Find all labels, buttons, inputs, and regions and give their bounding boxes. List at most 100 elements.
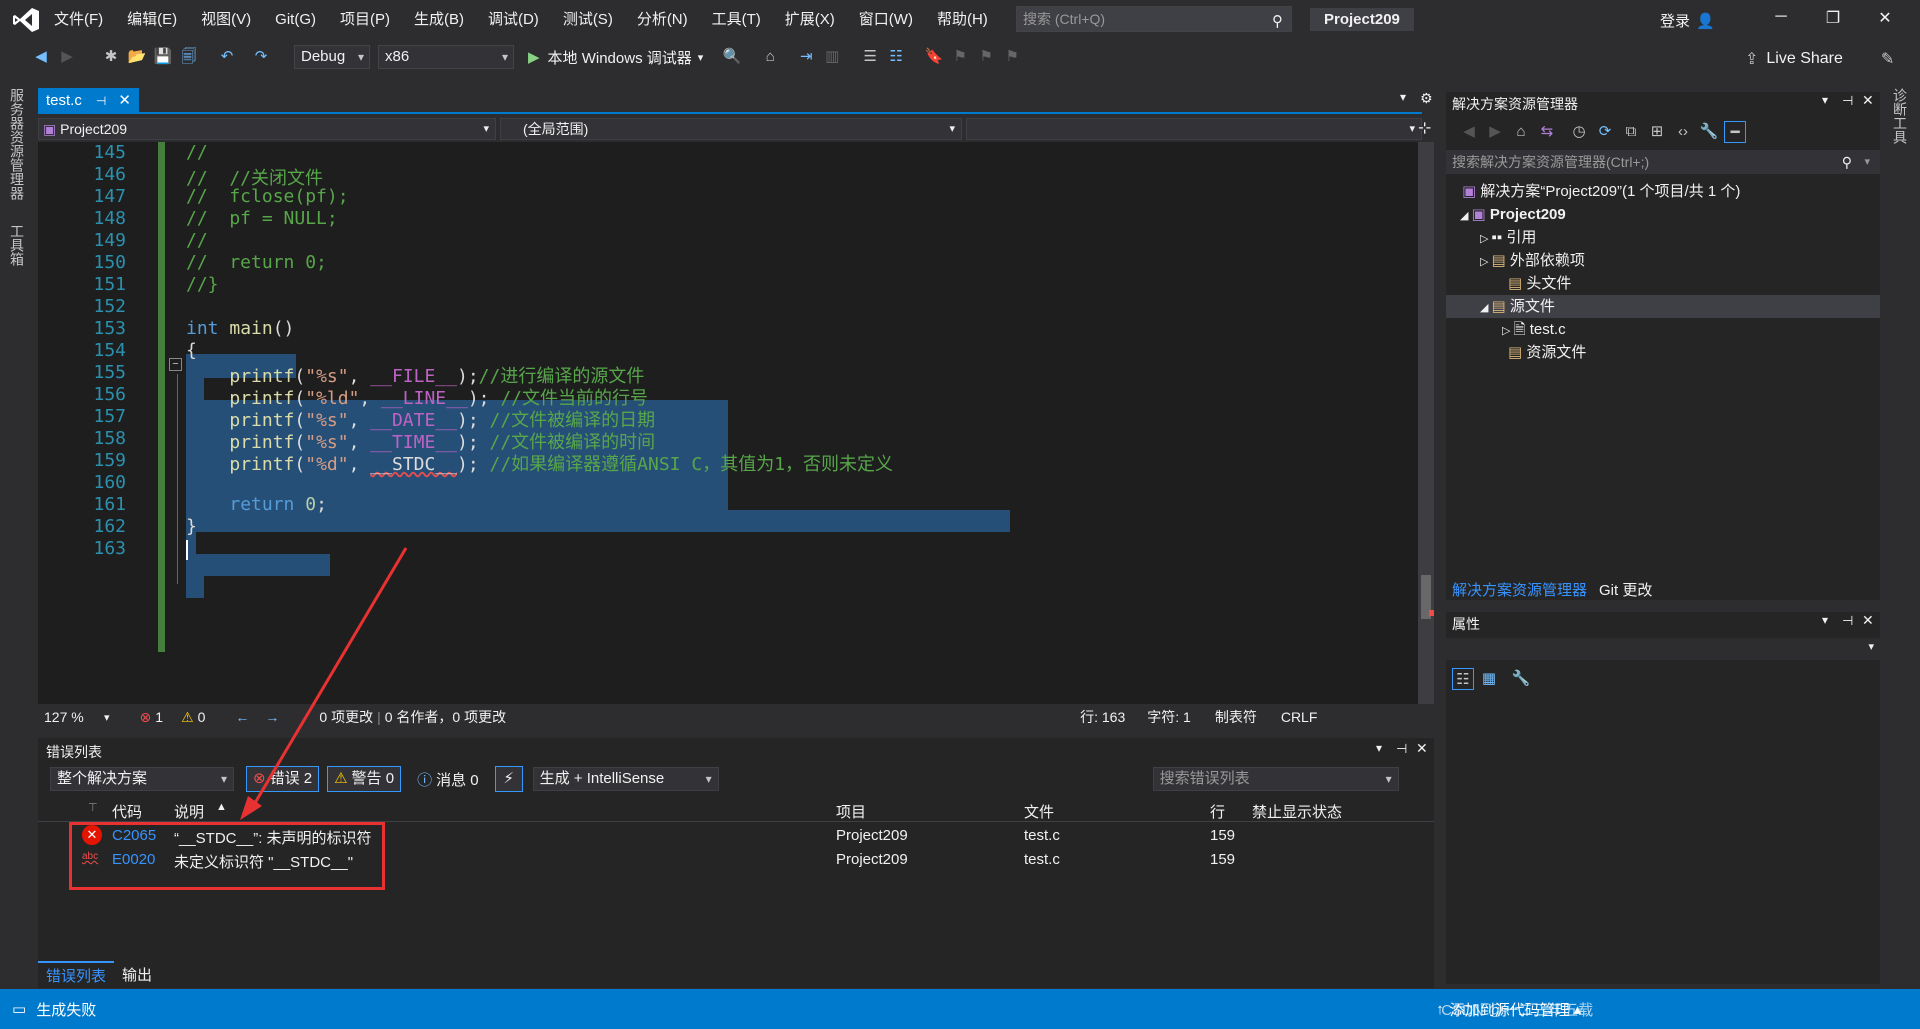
pin-icon[interactable]: ⊣ [96, 88, 106, 114]
sort-icon[interactable]: ⊤ [88, 801, 98, 814]
menu-test[interactable]: 测试(S) [551, 0, 625, 40]
menu-view[interactable]: 视图(V) [189, 0, 263, 40]
error-search-input[interactable]: 搜索错误列表 [1152, 767, 1399, 791]
live-share-button[interactable]: ⇪ Live Share ✎ [1745, 49, 1894, 69]
warnings-filter-button[interactable]: ⚠ 警告 0 [327, 766, 402, 792]
save-all-icon[interactable]: 🗐 [178, 46, 200, 68]
restore-icon[interactable]: ❐ [1818, 8, 1848, 32]
tree-references[interactable]: ▷ ▪▪ 引用 [1480, 226, 1536, 249]
settings-gear-icon[interactable]: ⚙ [1420, 90, 1433, 107]
warning-count[interactable]: 0 [198, 709, 206, 725]
tab-error-list[interactable]: 错误列表 [38, 960, 115, 988]
collapse-all-icon[interactable]: ⧉ [1620, 121, 1642, 143]
menu-file[interactable]: 文件(F) [42, 0, 115, 40]
find-in-files-icon[interactable]: 🔍 [721, 46, 743, 68]
col-project[interactable]: 项目 [836, 801, 866, 822]
feedback-icon[interactable]: ✎ [1881, 49, 1894, 69]
tree-resource-files[interactable]: ▤ 资源文件 [1508, 341, 1586, 364]
menu-debug[interactable]: 调试(D) [476, 0, 551, 40]
start-debugger-button[interactable]: ▶ 本地 Windows 调试器 ▾ [528, 47, 703, 68]
menu-edit[interactable]: 编辑(E) [115, 0, 189, 40]
object-selector-dropdown[interactable]: ▾ [1446, 638, 1880, 660]
col-code[interactable]: 代码 [112, 801, 142, 822]
filter-icon[interactable]: ⚡ [494, 766, 523, 792]
source-dropdown[interactable]: 生成 + IntelliSense [532, 767, 719, 791]
switch-views-icon[interactable]: ⇆ [1536, 121, 1558, 143]
global-search-input[interactable]: 搜索 (Ctrl+Q) ⚲ [1016, 6, 1292, 32]
step-icon[interactable]: ⇥ [795, 46, 817, 68]
back-icon[interactable]: ◀ [30, 46, 52, 68]
redo-icon[interactable]: ↷ [250, 46, 272, 68]
pending-changes-icon[interactable]: ◷ [1568, 121, 1590, 143]
sync-icon[interactable]: ⟳ [1594, 121, 1616, 143]
menu-project[interactable]: 项目(P) [328, 0, 402, 40]
errors-filter-button[interactable]: ⊗ 错误 2 [246, 766, 320, 792]
solution-config-dropdown[interactable]: Debug [294, 45, 370, 69]
property-pages-icon[interactable]: ▦ [1478, 668, 1500, 690]
tab-solution-explorer[interactable]: 解决方案资源管理器 [1446, 579, 1593, 600]
chevron-down-icon[interactable]: ▾ [1822, 93, 1828, 107]
menu-build[interactable]: 生成(B) [402, 0, 476, 40]
tab-list-icon[interactable]: ▾ [1400, 90, 1406, 104]
editor-vertical-scrollbar[interactable] [1418, 142, 1434, 704]
menu-extensions[interactable]: 扩展(X) [773, 0, 847, 40]
diagnostic-tools-tab[interactable]: 诊断工具 [1890, 88, 1910, 144]
undo-icon[interactable]: ↶ [216, 46, 238, 68]
preview-icon[interactable]: ━ [1724, 121, 1746, 143]
menu-tools[interactable]: 工具(T) [700, 0, 773, 40]
menu-help[interactable]: 帮助(H) [925, 0, 1000, 40]
back-icon[interactable]: ◀ [1458, 121, 1480, 143]
view-code-icon[interactable]: ‹› [1672, 121, 1694, 143]
tree-solution[interactable]: ▣ 解决方案“Project209”(1 个项目/共 1 个) [1462, 180, 1740, 203]
forward-icon[interactable]: ▶ [1484, 121, 1506, 143]
new-project-icon[interactable]: ✱ [100, 46, 122, 68]
error-count[interactable]: 1 [155, 709, 163, 725]
close-icon[interactable]: ✕ [1862, 612, 1874, 629]
show-all-files-icon[interactable]: ⊞ [1646, 121, 1668, 143]
collapse-icon[interactable]: − [169, 358, 182, 371]
minimize-icon[interactable]: ─ [1766, 8, 1796, 32]
col-line[interactable]: 行 [1210, 801, 1225, 822]
home-icon[interactable]: ⌂ [759, 46, 781, 68]
properties-wrench-icon[interactable]: 🔧 [1698, 121, 1720, 143]
next-issue-icon[interactable]: → [265, 709, 279, 725]
pin-icon[interactable]: ⊣ [1842, 613, 1853, 629]
solution-search-input[interactable]: 搜索解决方案资源管理器(Ctrl+;) ⚲ ▾ [1446, 150, 1880, 174]
platform-dropdown[interactable]: x86 [378, 45, 514, 69]
tree-test-c[interactable]: ▷ 🗎 test.c [1502, 318, 1566, 341]
authors-label[interactable]: 0 名作者，0 项更改 [385, 707, 506, 727]
tree-project[interactable]: ◢ ▣ Project209 [1460, 203, 1566, 226]
bookmark-icon[interactable]: 🔖 [923, 46, 945, 68]
messages-filter-button[interactable]: ⓘ 消息 0 [417, 769, 479, 790]
next-bookmark-icon[interactable]: ⚑ [975, 46, 997, 68]
tab-output[interactable]: 输出 [114, 962, 160, 987]
col-file[interactable]: 文件 [1024, 801, 1054, 822]
login-button[interactable]: 登录 👤 [1660, 10, 1715, 31]
chevron-down-icon[interactable]: ▾ [1822, 613, 1828, 627]
forward-icon[interactable]: ▶ [56, 46, 78, 68]
tab-test-c[interactable]: test.c ⊣ ✕ [38, 88, 139, 114]
uncomment-icon[interactable]: ☷ [885, 46, 907, 68]
project-nav-dropdown[interactable]: ▣ Project209 ▾ [38, 118, 496, 140]
home-icon[interactable]: ⌂ [1510, 121, 1532, 143]
close-icon[interactable]: ✕ [1416, 740, 1428, 757]
save-icon[interactable]: 💾 [152, 46, 174, 68]
tabs-indicator[interactable]: 制表符 [1215, 707, 1257, 727]
tree-source-files[interactable]: ◢ ▤ 源文件 [1446, 295, 1880, 318]
col-description[interactable]: 说明 [174, 801, 204, 822]
tab-git-changes[interactable]: Git 更改 [1593, 579, 1658, 600]
menu-window[interactable]: 窗口(W) [847, 0, 925, 40]
toolbox-tab[interactable]: 工具箱 [7, 224, 27, 266]
zoom-dropdown[interactable]: 127 % [44, 709, 104, 725]
tree-header-files[interactable]: ▤ 头文件 [1508, 272, 1571, 295]
visual-studio-logo-icon[interactable] [12, 7, 40, 33]
wrench-icon[interactable]: 🔧 [1510, 668, 1532, 690]
eol-indicator[interactable]: CRLF [1281, 709, 1318, 725]
categorized-icon[interactable]: ☷ [1452, 668, 1474, 690]
layout-icon[interactable]: ▥ [821, 46, 843, 68]
menu-git[interactable]: Git(G) [263, 0, 328, 40]
prev-bookmark-icon[interactable]: ⚑ [949, 46, 971, 68]
clear-bookmarks-icon[interactable]: ⚑ [1001, 46, 1023, 68]
scope-dropdown[interactable]: 整个解决方案 [50, 767, 234, 791]
scope-nav-dropdown[interactable]: (全局范围) ▾ [500, 118, 962, 140]
